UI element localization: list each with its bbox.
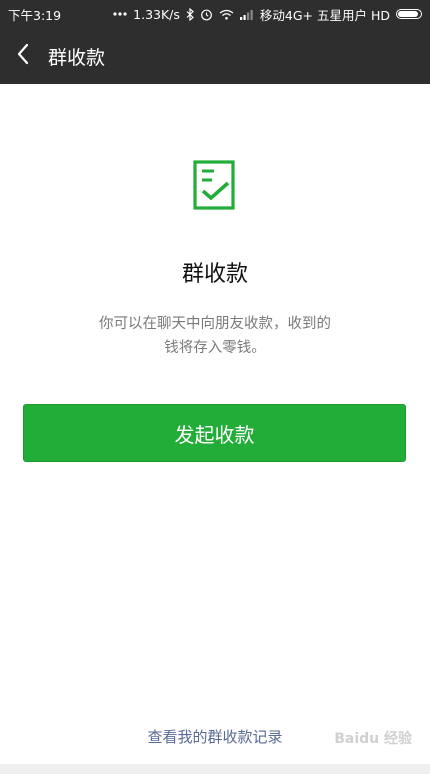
status-time: 下午3:19 xyxy=(8,7,62,23)
page-title: 群收款 xyxy=(48,46,106,69)
status-right: 1.33K/s 移动4G+ 五星用户 HD xyxy=(113,5,422,24)
bottom-strip xyxy=(0,764,430,774)
bluetooth-icon xyxy=(186,7,194,21)
description: 你可以在聊天中向朋友收款，收到的 钱将存入零钱。 xyxy=(0,312,430,360)
nav-bar: 群收款 xyxy=(0,28,430,84)
status-bar: 下午3:19 1.33K/s 移动4G+ 五星用户 HD xyxy=(0,0,430,28)
more-dots-icon xyxy=(113,12,127,16)
wifi-icon xyxy=(219,9,234,20)
battery-icon xyxy=(396,9,422,19)
alarm-icon xyxy=(200,8,213,21)
signal-icon xyxy=(239,9,254,20)
back-arrow-icon xyxy=(16,43,30,69)
description-line-2: 钱将存入零钱。 xyxy=(164,340,266,356)
description-line-1: 你可以在聊天中向朋友收款，收到的 xyxy=(99,316,331,332)
collection-history-link[interactable]: 查看我的群收款记录 xyxy=(0,726,430,747)
network-speed: 1.33K/s xyxy=(133,6,180,22)
start-collection-button[interactable]: 发起收款 xyxy=(23,404,406,462)
back-button[interactable] xyxy=(0,28,46,84)
receipt-check-icon xyxy=(190,158,240,214)
main-title: 群收款 xyxy=(181,262,248,287)
carrier-text: 移动4G+ 五星用户 HD xyxy=(259,7,390,23)
